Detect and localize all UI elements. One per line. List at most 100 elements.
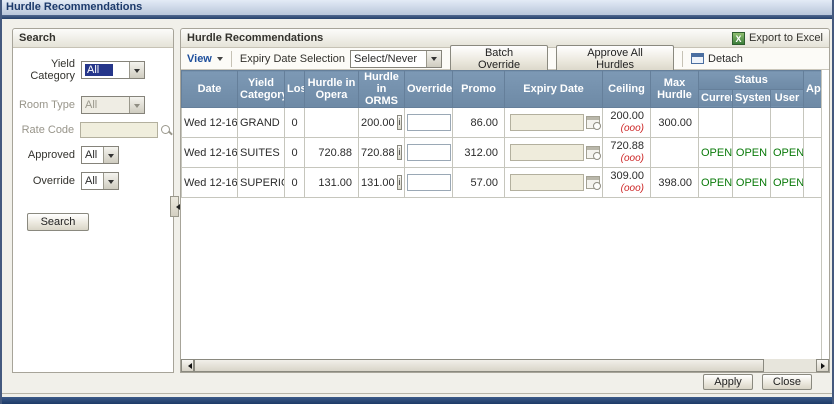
info-icon[interactable]: i [396, 115, 402, 130]
title-underbar [2, 15, 832, 19]
cell-approved-truncated [803, 107, 821, 138]
toolbar-separator [682, 50, 684, 67]
horizontal-scrollbar[interactable] [181, 359, 829, 372]
room-type-label: Room Type [18, 99, 75, 111]
approved-select[interactable]: All [81, 146, 119, 164]
col-header-hurdle-in-opera[interactable]: Hurdle in Opera [304, 70, 359, 108]
col-header-approved-truncated[interactable]: Ap [803, 70, 821, 108]
room-type-select: All [81, 96, 145, 114]
excel-icon: X [732, 31, 746, 45]
scrollbar-track[interactable] [764, 359, 816, 372]
col-header-ceiling[interactable]: Ceiling [602, 70, 651, 108]
batch-override-button[interactable]: Batch Override [450, 44, 549, 73]
search-button[interactable]: Search [27, 213, 89, 231]
export-to-excel-link[interactable]: X Export to Excel [732, 31, 823, 45]
chevron-down-icon[interactable] [129, 62, 144, 78]
hurdle-table: Date Yield Category Los Hurdle in Opera … [181, 70, 821, 359]
ooo-note: (ooo) [620, 183, 644, 194]
chevron-down-icon[interactable] [103, 173, 118, 189]
view-menu-button[interactable]: View [187, 53, 223, 65]
override-input[interactable] [407, 144, 451, 161]
cell-hurdle-in-opera: 720.88 [304, 137, 359, 168]
chevron-down-icon[interactable] [103, 147, 118, 163]
expiry-date-input [510, 174, 584, 191]
rate-code-label: Rate Code [21, 124, 75, 136]
col-header-status-current[interactable]: Current [698, 88, 733, 108]
col-header-hurdle-in-orms[interactable]: Hurdle in ORMS [358, 70, 405, 108]
cell-status-current: OPEN [698, 137, 733, 168]
cell-status-user [770, 107, 804, 138]
scroll-left-arrow[interactable] [181, 359, 194, 372]
override-input[interactable] [407, 114, 451, 131]
info-icon[interactable]: i [396, 175, 402, 190]
table-row[interactable]: Wed 12-16-09 SUPERIOR 0 131.00 131.00 i … [181, 167, 821, 198]
yield-category-label: Yield Category [30, 58, 75, 82]
yield-category-value: All [85, 64, 114, 76]
cell-hurdle-in-orms: 200.00 i [358, 107, 405, 138]
scrollbar-thumb[interactable] [194, 359, 764, 372]
cell-override [404, 107, 453, 138]
col-header-status-user[interactable]: User [770, 88, 804, 108]
override-input[interactable] [407, 174, 451, 191]
chevron-down-icon[interactable] [426, 50, 442, 67]
col-header-date[interactable]: Date [181, 70, 238, 108]
cell-ceiling: 309.00 (ooo) [602, 167, 651, 198]
col-header-max-hurdle[interactable]: Max Hurdle [650, 70, 699, 108]
cell-los: 0 [284, 107, 305, 138]
cell-date: Wed 12-16-09 [181, 137, 238, 168]
info-icon[interactable]: i [396, 145, 402, 160]
approve-all-hurdles-button[interactable]: Approve All Hurdles [556, 44, 675, 73]
cell-approved-truncated [803, 167, 821, 198]
room-type-value: All [85, 99, 98, 111]
ooo-note: (ooo) [620, 153, 644, 164]
main-panel-title: Hurdle Recommendations [187, 32, 324, 44]
cell-override [404, 137, 453, 168]
cell-hurdle-in-orms: 720.88 i [358, 137, 405, 168]
apply-button[interactable]: Apply [703, 374, 753, 390]
approved-value: All [85, 149, 98, 161]
cell-yield-category: GRAND [237, 107, 285, 138]
col-header-los[interactable]: Los [284, 70, 305, 108]
ooo-note: (ooo) [620, 123, 644, 134]
cell-status-user: OPEN [770, 167, 804, 198]
magnifier-icon[interactable] [160, 124, 173, 137]
date-picker-icon[interactable] [586, 146, 601, 160]
override-value: All [85, 175, 98, 187]
search-panel-title: Search [13, 29, 173, 48]
panel-splitter-collapse-handle[interactable] [170, 196, 180, 217]
hurdle-recommendations-panel: Hurdle Recommendations X Export to Excel… [180, 28, 830, 373]
window-bottom-bar [2, 397, 832, 404]
cell-hurdle-in-opera [304, 107, 359, 138]
col-header-yield-category[interactable]: Yield Category [237, 70, 285, 108]
close-button[interactable]: Close [761, 374, 812, 390]
override-select[interactable]: All [81, 172, 119, 190]
detach-window-icon [691, 53, 705, 64]
cell-yield-category: SUPERIOR [237, 167, 285, 198]
expiry-date-selection-select[interactable]: Select/Never [350, 49, 443, 68]
chevron-down-icon [216, 57, 223, 64]
cell-status-user: OPEN [770, 137, 804, 168]
table-row[interactable]: Wed 12-16-09 GRAND 0 200.00 i 86.00 [181, 107, 821, 138]
detach-button[interactable]: Detach [708, 53, 743, 65]
col-header-status-system[interactable]: System [732, 88, 771, 108]
expiry-date-selection-value: Select/Never [354, 52, 418, 65]
window-title: Hurdle Recommendations [2, 0, 832, 15]
scroll-right-arrow[interactable] [816, 359, 829, 372]
expiry-date-input [510, 114, 584, 131]
override-label: Override [32, 175, 75, 187]
content-frame-line [2, 393, 832, 394]
date-picker-icon[interactable] [586, 116, 601, 130]
approved-label: Approved [27, 149, 75, 161]
cell-ceiling: 720.88 (ooo) [602, 137, 651, 168]
cell-los: 0 [284, 167, 305, 198]
table-row[interactable]: Wed 12-16-09 SUITES 0 720.88 720.88 i 31… [181, 137, 821, 168]
cell-status-system: OPEN [732, 137, 771, 168]
yield-category-select[interactable]: All [81, 61, 145, 79]
col-header-override[interactable]: Override [404, 70, 453, 108]
col-header-promo[interactable]: Promo [452, 70, 505, 108]
col-group-status: Status [698, 70, 804, 90]
date-picker-icon[interactable] [586, 176, 601, 190]
cell-max-hurdle: 398.00 [650, 167, 699, 198]
col-header-expiry-date[interactable]: Expiry Date [504, 70, 603, 108]
vertical-scrollbar-track[interactable] [821, 70, 829, 359]
